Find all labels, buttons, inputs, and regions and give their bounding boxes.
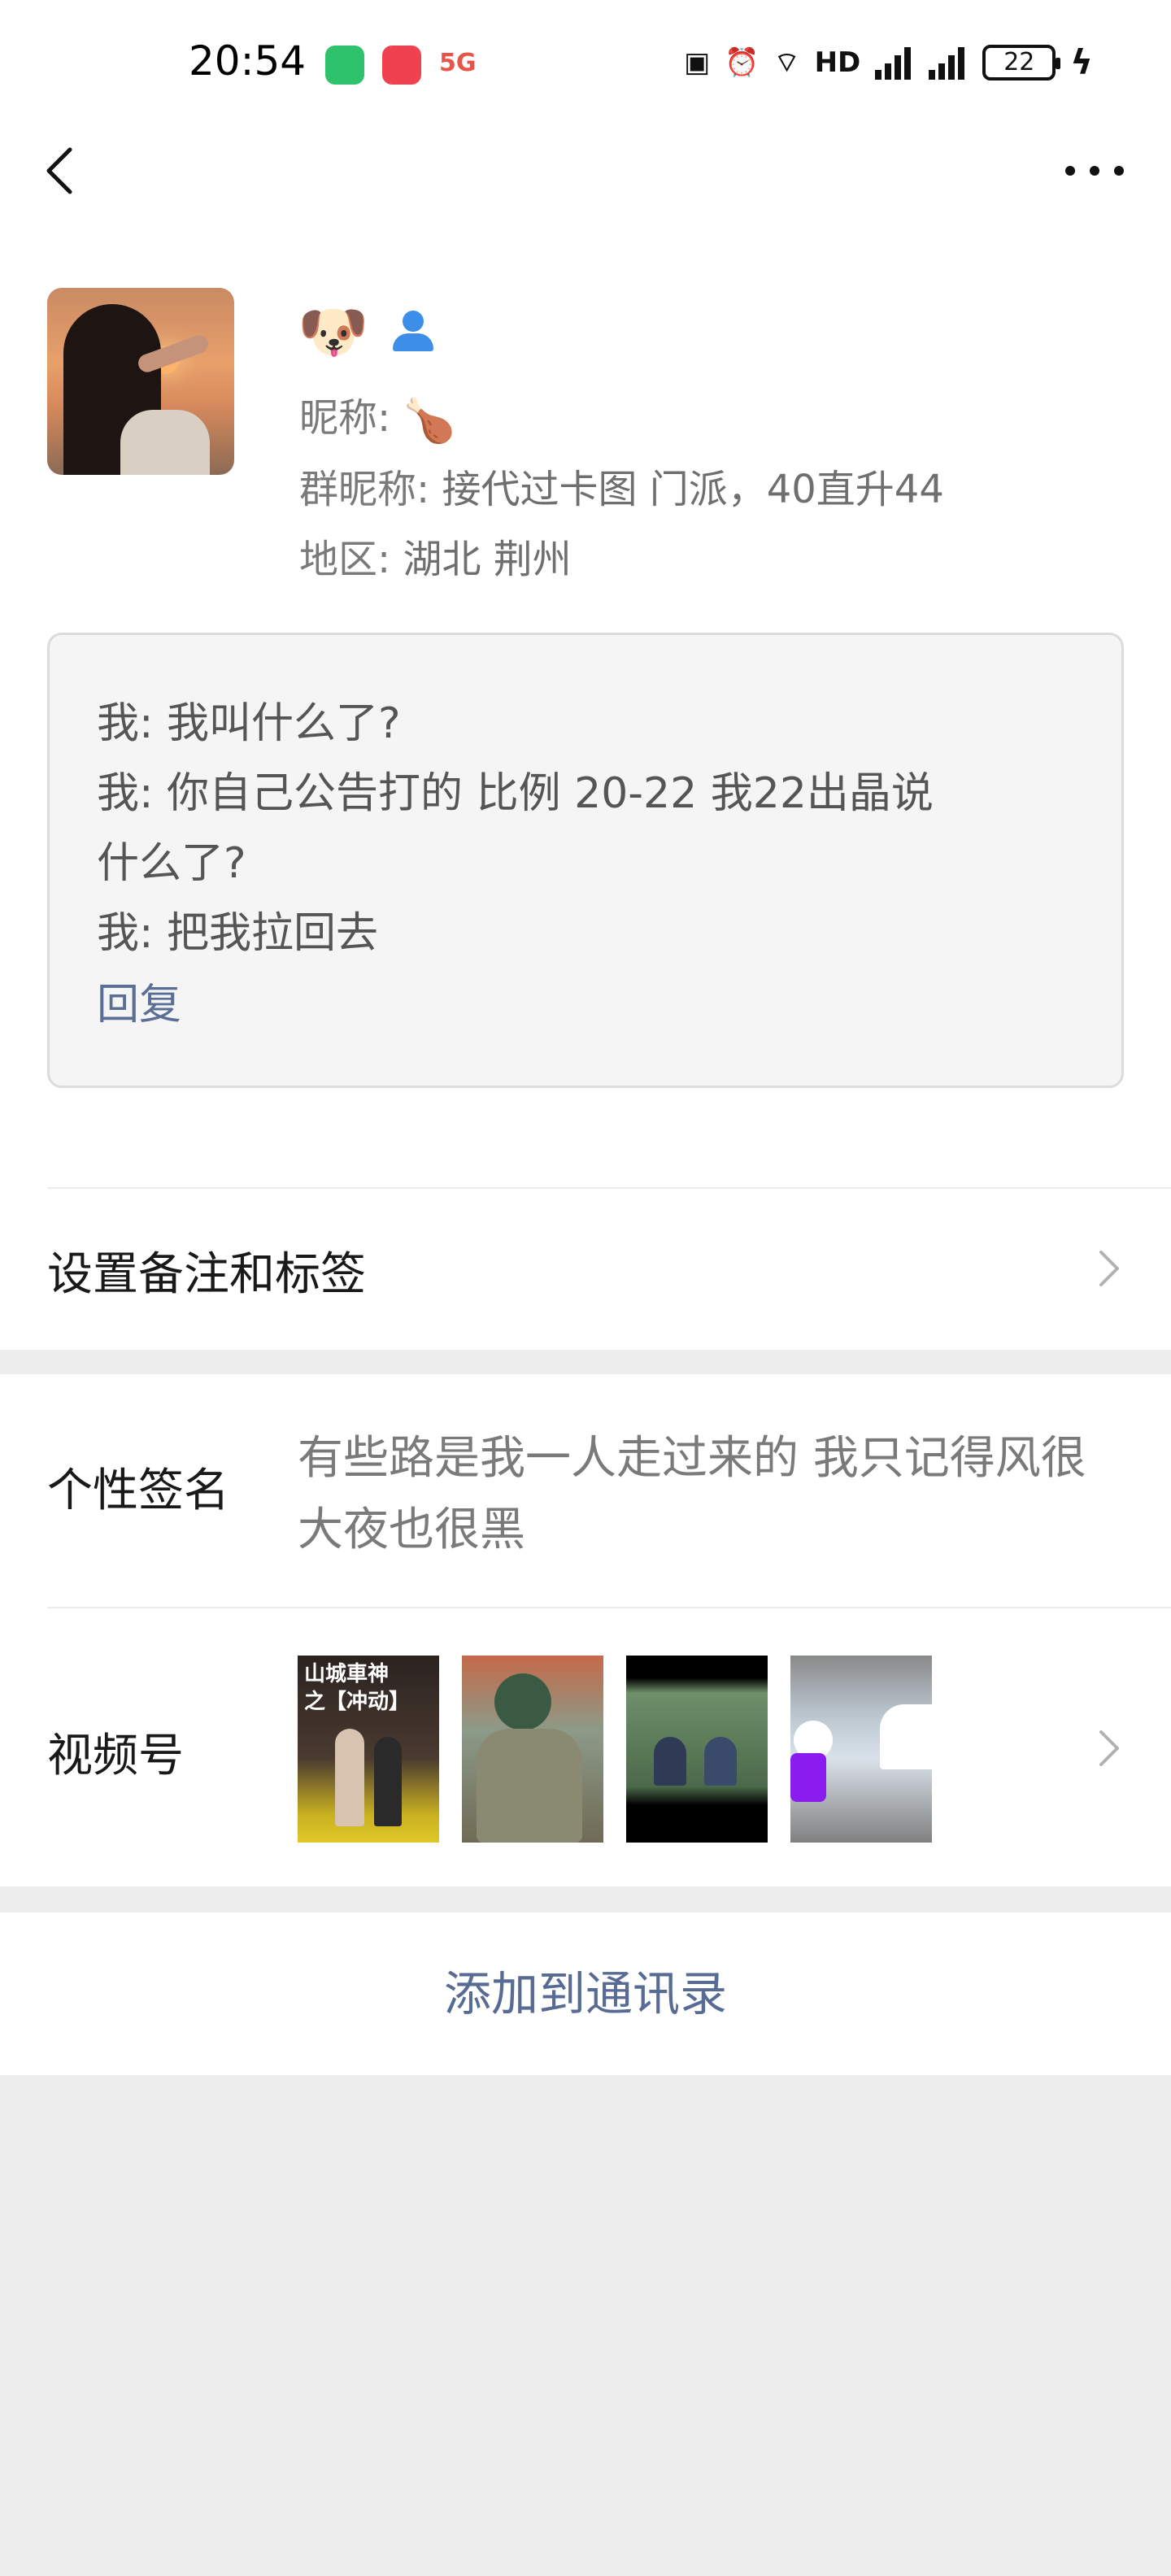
signature-label: 个性签名: [47, 1464, 229, 1517]
signature-text: 有些路是我一人走过来的 我只记得风很大夜也很黑: [298, 1432, 1086, 1556]
set-remark-label: 设置备注和标签: [47, 1248, 366, 1301]
add-contact-row: 添加到通讯录: [0, 1912, 1171, 2075]
nfc-icon: ▣: [684, 46, 711, 79]
profile-card: 🐶 昵称: 🍗 群昵称: 接代过卡图 门派，40直升44 地区: 湖北 荆州 我…: [0, 220, 1171, 1187]
wifi-icon: ⌔: [773, 46, 800, 79]
divider: [47, 1607, 1171, 1608]
message-lines: 我: 我叫什么了? 我: 你自己公告打的 比例 20-22 我22出晶说 什么了…: [97, 689, 1073, 968]
region-label: 地区:: [299, 537, 391, 582]
reply-link[interactable]: 回复: [97, 970, 181, 1031]
channel-thumbnail[interactable]: 山城車神 之【冲动】: [298, 1656, 439, 1843]
alarm-icon: ⏰: [725, 46, 760, 79]
network-5g-label: 5G: [439, 49, 477, 77]
group-nickname-line: 群昵称: 接代过卡图 门派，40直升44: [299, 457, 944, 514]
avatar[interactable]: [47, 288, 234, 475]
channels-label: 视频号: [47, 1730, 184, 1782]
group-nickname-value: 接代过卡图 门派，40直升44: [442, 467, 944, 512]
add-to-contacts-button[interactable]: 添加到通讯录: [0, 1912, 1171, 2075]
name-row: 🐶: [298, 299, 437, 364]
channel-thumbnail[interactable]: [462, 1656, 603, 1843]
region-value: 湖北 荆州: [403, 537, 572, 582]
status-time: 20:54: [189, 37, 307, 85]
message-line: 我: 你自己公告打的 比例 20-22 我22出晶说: [97, 769, 934, 818]
charging-icon: ϟ: [1070, 42, 1093, 82]
chevron-right-icon: [1099, 1730, 1119, 1766]
divider: [47, 1187, 1171, 1189]
more-dots-icon[interactable]: [1065, 154, 1124, 187]
person-icon: [388, 307, 437, 356]
nickname-line: 昵称: 🍗: [299, 385, 455, 446]
region-line: 地区: 湖北 荆州: [299, 527, 572, 584]
channel-thumbnail[interactable]: [790, 1656, 932, 1843]
channel-thumbnail[interactable]: [626, 1656, 768, 1843]
profile-details-section: 个性签名 有些路是我一人走过来的 我只记得风很大夜也很黑 视频号 山城車神 之【…: [0, 1374, 1171, 1886]
battery-icon: 22: [982, 44, 1061, 80]
status-bar: 20:54 5G ▣ ⏰ ⌔ HD 22 ϟ: [0, 0, 1171, 122]
message-line: 我: 我叫什么了?: [97, 699, 401, 748]
message-line: 什么了?: [97, 839, 246, 888]
thumbnail-caption: 山城車神 之【冲动】: [304, 1662, 411, 1714]
signal-icon-2: [929, 46, 968, 80]
group-nickname-label: 群昵称:: [299, 467, 430, 512]
greeting-message-box: 我: 我叫什么了? 我: 你自己公告打的 比例 20-22 我22出晶说 什么了…: [47, 633, 1124, 1088]
drumstick-icon: 🍗: [403, 396, 456, 446]
dog-emoji-icon: 🐶: [298, 298, 369, 365]
message-line: 我: 把我拉回去: [97, 909, 379, 958]
nav-bar: [0, 122, 1171, 220]
app-notification-icon: [382, 46, 421, 85]
set-remark-row[interactable]: 设置备注和标签: [0, 1187, 1171, 1350]
nickname-label: 昵称:: [299, 395, 391, 441]
hd-icon: HD: [814, 46, 861, 79]
signal-icon: [875, 46, 914, 80]
chevron-left-icon[interactable]: [39, 145, 88, 197]
message-app-icon: [325, 46, 364, 85]
chevron-right-icon: [1099, 1251, 1119, 1286]
status-icons: ▣ ⏰ ⌔ HD 22 ϟ: [684, 42, 1093, 82]
